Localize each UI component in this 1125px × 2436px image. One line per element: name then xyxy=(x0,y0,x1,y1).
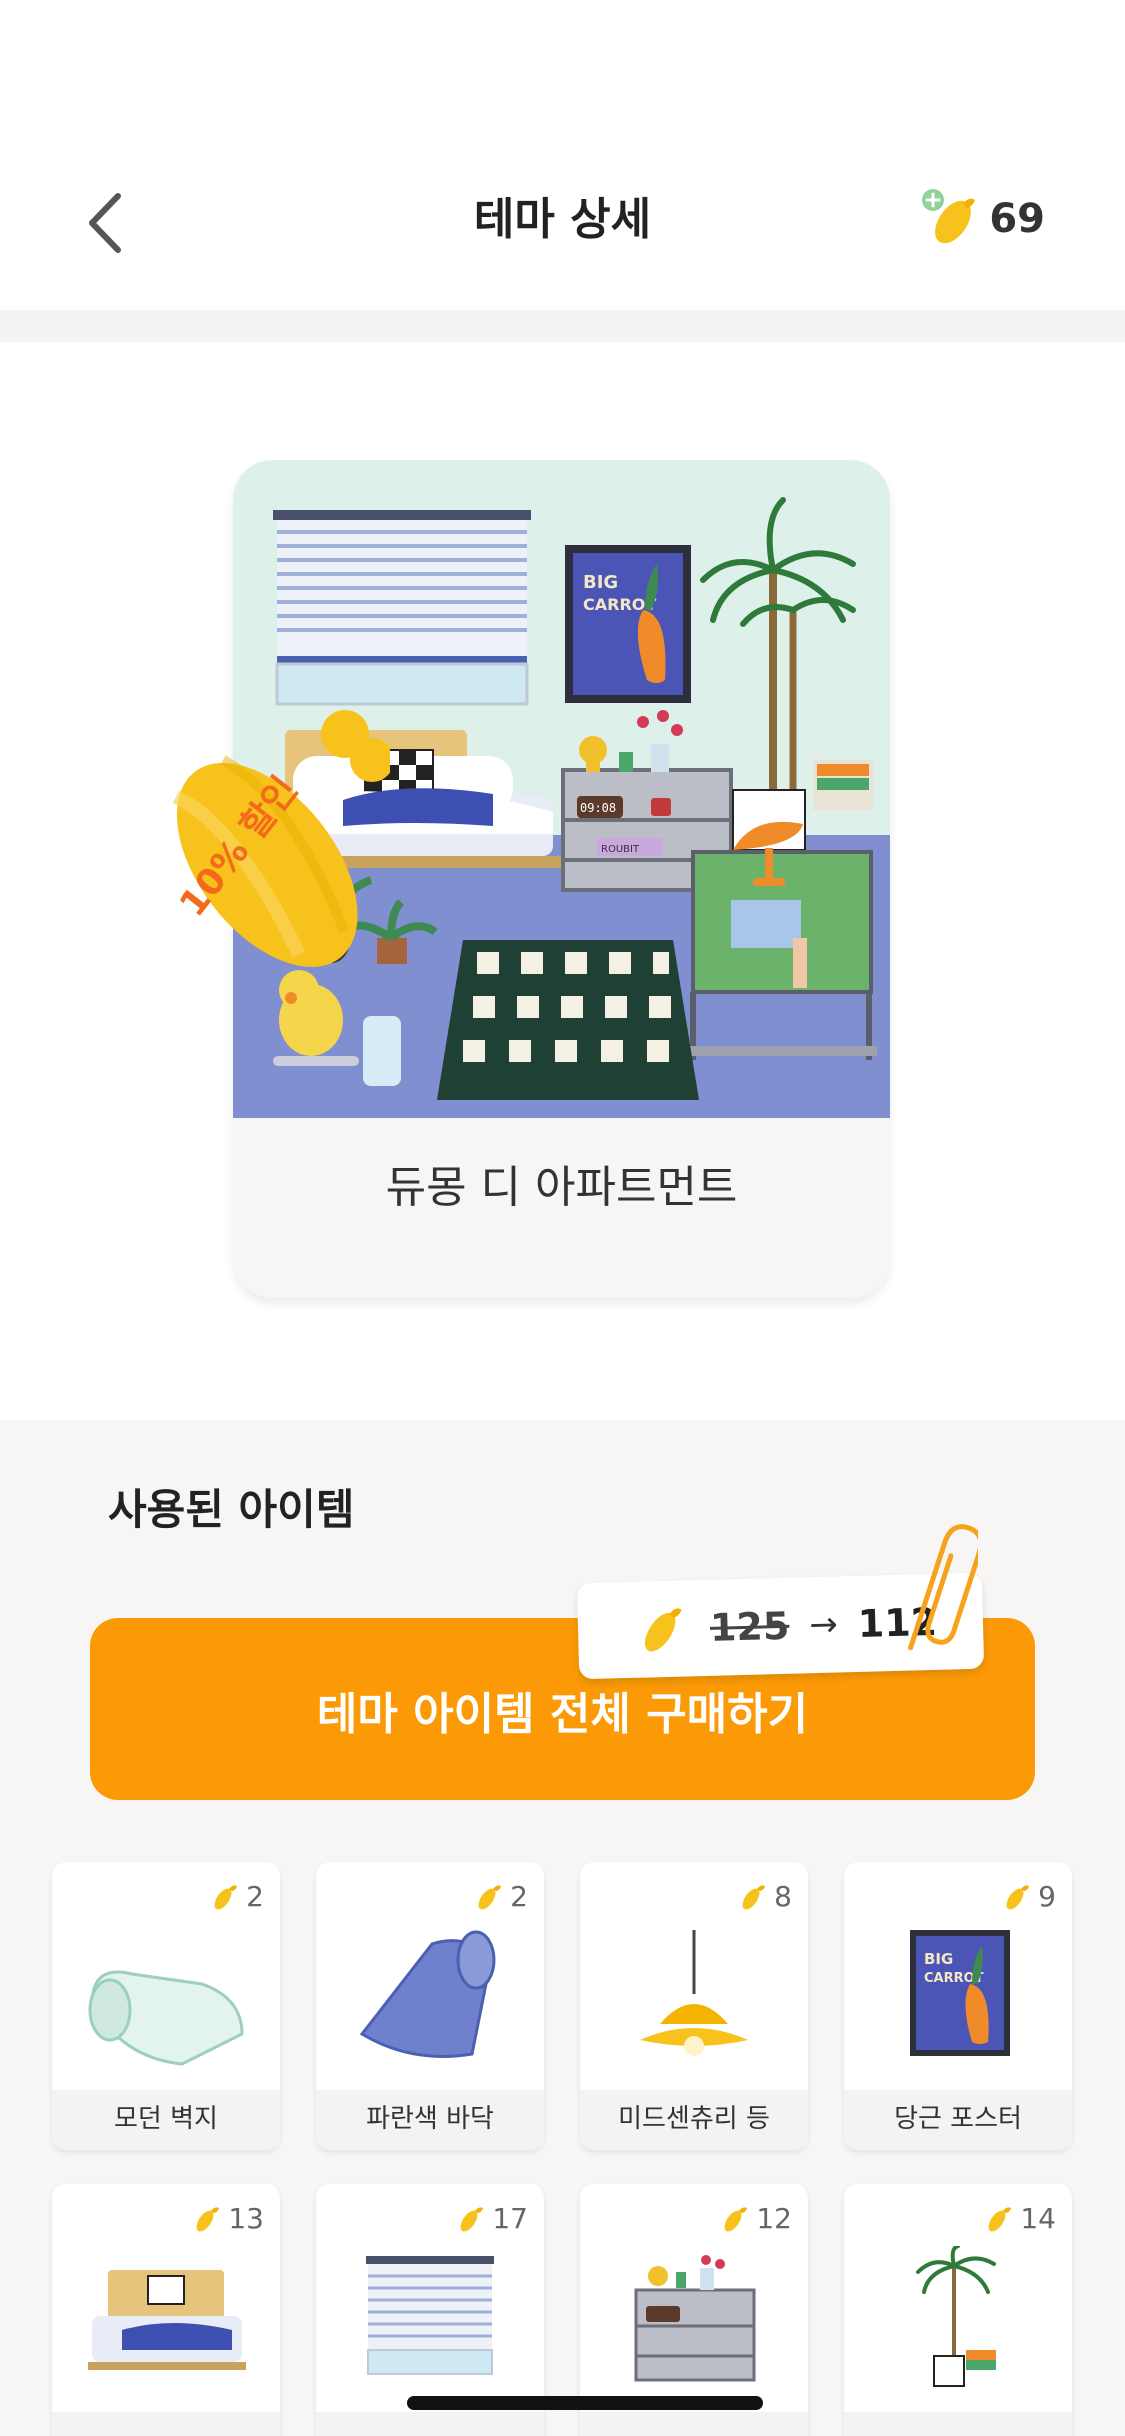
arrow-icon: → xyxy=(808,1604,839,1646)
item-price: 2 xyxy=(210,1880,264,1913)
item-price: 14 xyxy=(984,2202,1056,2235)
used-items-section: 사용된 아이템 테마 아이템 전체 구매하기 125 → 112 2 모던 벽지 xyxy=(0,1420,1125,2436)
poster-thumb-text: BIG xyxy=(924,1950,953,1968)
buy-all-label: 테마 아이템 전체 구매하기 xyxy=(316,1689,809,1740)
wallpaper-roll-icon xyxy=(88,1970,244,2066)
item-price: 12 xyxy=(720,2202,792,2235)
palm-plant-icon xyxy=(916,2246,996,2387)
item-card[interactable]: 2 파란색 바닥 xyxy=(316,1862,544,2150)
item-card[interactable]: 2 모던 벽지 xyxy=(52,1862,280,2150)
discount-badge: 10% 할인 xyxy=(172,710,390,967)
carrot-icon xyxy=(460,2206,484,2231)
carrot-wallet[interactable]: 69 xyxy=(919,188,1045,250)
blinds-icon xyxy=(366,2256,494,2375)
item-label xyxy=(844,2412,1072,2436)
clock-text: 09:08 xyxy=(580,801,616,815)
item-price: 2 xyxy=(474,1880,528,1913)
item-card[interactable]: 14 xyxy=(844,2184,1072,2436)
item-label xyxy=(580,2412,808,2436)
carrot-icon xyxy=(196,2206,220,2231)
carrot-icon xyxy=(724,2206,748,2231)
item-price: 8 xyxy=(738,1880,792,1913)
pendant-lamp-icon xyxy=(640,1930,748,2056)
carrot-icon xyxy=(988,2206,1012,2231)
item-label: 미드센츄리 등 xyxy=(580,2090,808,2150)
bed-icon xyxy=(88,2270,246,2370)
section-title: 사용된 아이템 xyxy=(108,1485,355,1534)
item-label xyxy=(316,2412,544,2436)
carrot-count: 69 xyxy=(989,196,1045,242)
item-label: 당근 포스터 xyxy=(844,2090,1072,2150)
carrot-icon xyxy=(214,1884,238,1909)
carrot-poster-icon: BIG CARROT xyxy=(910,1930,1010,2056)
item-price: 17 xyxy=(456,2202,528,2235)
item-card[interactable]: 13 xyxy=(52,2184,280,2436)
carrot-icon xyxy=(644,1608,682,1652)
poster-text: BIG xyxy=(583,572,618,593)
item-card[interactable]: 8 미드센츄리 등 xyxy=(580,1862,808,2150)
item-label: 모던 벽지 xyxy=(52,2090,280,2150)
item-label xyxy=(52,2412,280,2436)
carrot-icon xyxy=(478,1884,502,1909)
carrot-add-icon xyxy=(919,188,981,250)
svg-text:ROUBIT: ROUBIT xyxy=(601,844,640,855)
item-grid: 2 모던 벽지 2 파란색 바닥 8 미드센츄리 등 9 BIG CARROT … xyxy=(52,1862,1076,2436)
shelf-icon xyxy=(634,2255,756,2382)
carrot-icon xyxy=(742,1884,766,1909)
item-price: 9 xyxy=(1002,1880,1056,1913)
home-indicator[interactable] xyxy=(407,2396,763,2410)
nav-bar: 테마 상세 69 xyxy=(0,0,1125,310)
item-label: 파란색 바닥 xyxy=(316,2090,544,2150)
item-price: 13 xyxy=(192,2202,264,2235)
section-divider xyxy=(0,310,1125,342)
item-card[interactable]: 9 BIG CARROT 당근 포스터 xyxy=(844,1862,1072,2150)
theme-name: 듀몽 디 아파트먼트 xyxy=(385,1162,738,1213)
paperclip-icon xyxy=(908,1524,978,1651)
theme-hero: BIG CARROT 09:08 ROUBIT 듀몽 디 아파트먼트 10% 할… xyxy=(0,342,1125,1420)
original-price: 125 xyxy=(709,1603,790,1650)
floor-roll-icon xyxy=(359,1930,496,2058)
carrot-icon xyxy=(1006,1884,1030,1909)
